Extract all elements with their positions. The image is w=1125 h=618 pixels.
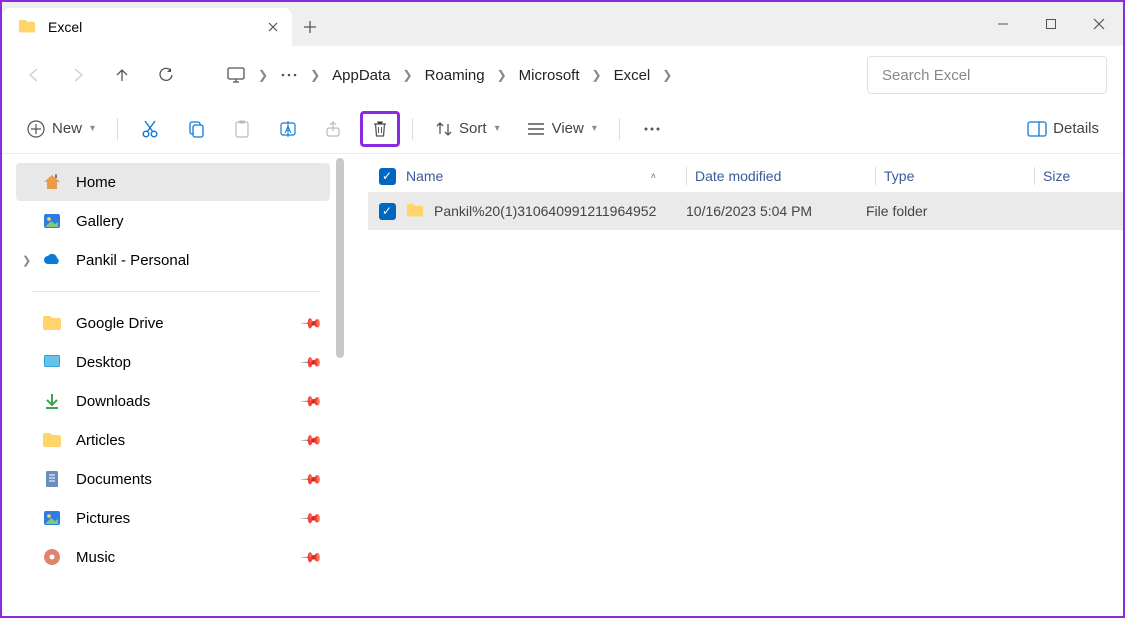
sidebar-item-music[interactable]: Music 📌 xyxy=(16,538,330,576)
cloud-icon xyxy=(42,250,62,270)
sidebar-item-articles[interactable]: Articles 📌 xyxy=(16,421,330,459)
chevron-right-icon[interactable]: ❯ xyxy=(22,254,31,267)
new-tab-button[interactable] xyxy=(292,8,328,46)
sidebar-item-label: Desktop xyxy=(76,354,131,371)
file-name: Pankil%20(1)310640991211964952 xyxy=(434,203,656,219)
desktop-icon xyxy=(42,352,62,372)
folder-icon xyxy=(18,19,36,35)
select-all-checkbox[interactable]: ✓ xyxy=(379,168,396,185)
breadcrumb-overflow[interactable] xyxy=(274,68,304,82)
folder-icon xyxy=(42,430,62,450)
refresh-button[interactable] xyxy=(146,55,186,95)
chevron-right-icon[interactable]: ❯ xyxy=(308,68,322,82)
tab-title: Excel xyxy=(48,19,254,35)
sidebar-item-home[interactable]: Home xyxy=(16,163,330,201)
breadcrumb-segment[interactable]: Excel xyxy=(608,63,657,88)
pin-icon: 📌 xyxy=(299,467,323,491)
sidebar-item-gallery[interactable]: Gallery xyxy=(16,202,330,240)
details-pane-button[interactable]: Details xyxy=(1017,111,1109,147)
sidebar-item-label: Music xyxy=(76,549,115,566)
sidebar-item-label: Google Drive xyxy=(76,315,164,332)
sidebar-item-label: Documents xyxy=(76,471,152,488)
search-input[interactable]: Search Excel xyxy=(867,56,1107,94)
delete-button[interactable] xyxy=(360,111,400,147)
breadcrumb-segment[interactable]: Roaming xyxy=(419,63,491,88)
chevron-down-icon: ▾ xyxy=(495,123,500,134)
copy-button[interactable] xyxy=(176,111,216,147)
sidebar-item-desktop[interactable]: Desktop 📌 xyxy=(16,343,330,381)
breadcrumb-segment[interactable]: Microsoft xyxy=(513,63,586,88)
sidebar-item-label: Articles xyxy=(76,432,125,449)
chevron-right-icon[interactable]: ❯ xyxy=(590,68,604,82)
up-button[interactable] xyxy=(102,55,142,95)
pin-icon: 📌 xyxy=(299,428,323,452)
sidebar-item-label: Home xyxy=(76,174,116,191)
cut-button[interactable] xyxy=(130,111,170,147)
sidebar-item-label: Gallery xyxy=(76,213,124,230)
file-date: 10/16/2023 5:04 PM xyxy=(686,203,866,219)
maximize-button[interactable] xyxy=(1027,2,1075,46)
close-tab-button[interactable] xyxy=(266,20,280,34)
home-icon xyxy=(42,172,62,192)
chevron-right-icon[interactable]: ❯ xyxy=(256,68,270,82)
column-header-name[interactable]: Name ˄ xyxy=(406,168,686,184)
gallery-icon xyxy=(42,211,62,231)
sort-button-label: Sort xyxy=(459,120,487,137)
sidebar-item-documents[interactable]: Documents 📌 xyxy=(16,460,330,498)
column-header-size[interactable]: Size xyxy=(1043,168,1123,184)
sidebar-item-pictures[interactable]: Pictures 📌 xyxy=(16,499,330,537)
column-header-type[interactable]: Type xyxy=(884,168,1034,184)
chevron-right-icon[interactable]: ❯ xyxy=(401,68,415,82)
pin-icon: 📌 xyxy=(299,311,323,335)
file-type: File folder xyxy=(866,203,1016,219)
column-header-date[interactable]: Date modified xyxy=(695,168,875,184)
new-button-label: New xyxy=(52,120,82,137)
scrollbar-thumb[interactable] xyxy=(336,158,344,358)
search-placeholder: Search Excel xyxy=(882,67,970,84)
pin-icon: 📌 xyxy=(299,350,323,374)
more-button[interactable] xyxy=(632,111,672,147)
back-button[interactable] xyxy=(14,55,54,95)
pin-icon: 📌 xyxy=(299,389,323,413)
pictures-icon xyxy=(42,508,62,528)
browser-tab[interactable]: Excel xyxy=(2,8,292,46)
sidebar-item-googledrive[interactable]: Google Drive 📌 xyxy=(16,304,330,342)
row-checkbox[interactable]: ✓ xyxy=(379,203,396,220)
sidebar-item-label: Pictures xyxy=(76,510,130,527)
chevron-down-icon: ▾ xyxy=(592,123,597,134)
file-row[interactable]: ✓ Pankil%20(1)310640991211964952 10/16/2… xyxy=(368,192,1123,230)
new-button[interactable]: New ▾ xyxy=(16,111,105,147)
share-button[interactable] xyxy=(314,111,354,147)
download-icon xyxy=(42,391,62,411)
sort-indicator-icon: ˄ xyxy=(651,171,656,181)
file-list: ✓ Name ˄ Date modified Type Size ✓ Panki… xyxy=(344,154,1123,616)
sidebar-item-label: Pankil - Personal xyxy=(76,252,189,269)
sidebar-item-label: Downloads xyxy=(76,393,150,410)
folder-icon xyxy=(406,203,424,219)
folder-icon xyxy=(42,313,62,333)
close-window-button[interactable] xyxy=(1075,2,1123,46)
view-button[interactable]: View ▾ xyxy=(516,111,607,147)
forward-button[interactable] xyxy=(58,55,98,95)
sidebar-item-downloads[interactable]: Downloads 📌 xyxy=(16,382,330,420)
details-button-label: Details xyxy=(1053,120,1099,137)
sidebar-item-onedrive[interactable]: ❯ Pankil - Personal xyxy=(16,241,330,279)
breadcrumb-segment[interactable]: AppData xyxy=(326,63,396,88)
chevron-right-icon[interactable]: ❯ xyxy=(495,68,509,82)
minimize-button[interactable] xyxy=(979,2,1027,46)
music-icon xyxy=(42,547,62,567)
sidebar: Home Gallery ❯ Pankil - Personal Google … xyxy=(2,154,344,616)
chevron-down-icon: ▾ xyxy=(90,123,95,134)
pin-icon: 📌 xyxy=(299,545,323,569)
address-bar[interactable]: ❯ ❯ AppData ❯ Roaming ❯ Microsoft ❯ Exce… xyxy=(212,59,855,91)
monitor-icon xyxy=(220,59,252,91)
chevron-right-icon[interactable]: ❯ xyxy=(660,68,674,82)
paste-button[interactable] xyxy=(222,111,262,147)
sort-button[interactable]: Sort ▾ xyxy=(425,111,510,147)
pin-icon: 📌 xyxy=(299,506,323,530)
column-headers: ✓ Name ˄ Date modified Type Size xyxy=(368,160,1123,192)
rename-button[interactable]: A xyxy=(268,111,308,147)
view-button-label: View xyxy=(552,120,584,137)
document-icon xyxy=(42,469,62,489)
